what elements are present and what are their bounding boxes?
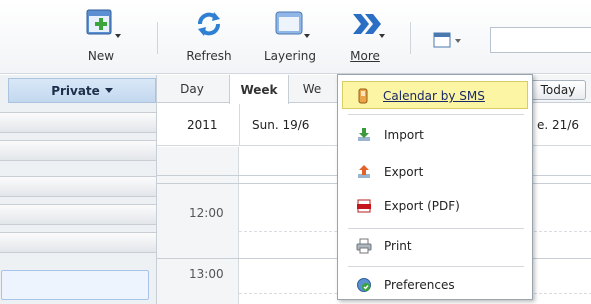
hour-label: 12:00 (189, 206, 224, 220)
hour-label: 13:00 (189, 267, 224, 281)
menu-item-export-pdf[interactable]: Export (PDF) (339, 192, 531, 220)
menu-item-label: Export (384, 165, 424, 179)
refresh-label: Refresh (186, 49, 232, 63)
more-menu: Calendar by SMS Import Export Export (PD… (337, 74, 533, 300)
refresh-icon (189, 8, 229, 40)
tab-week[interactable]: Week (229, 75, 289, 104)
menu-item-label: Calendar by SMS (383, 89, 485, 103)
tab-day[interactable]: Day (175, 75, 209, 103)
double-chevron-right-icon (345, 8, 385, 40)
new-button[interactable]: New (75, 8, 127, 70)
menu-divider (348, 114, 524, 115)
menu-divider (348, 266, 524, 267)
sidebar-slot[interactable] (0, 232, 156, 253)
layers-icon (270, 8, 310, 40)
layering-label: Layering (263, 49, 316, 63)
menu-item-calendar-by-sms[interactable]: Calendar by SMS (342, 81, 528, 109)
sidebar-slot[interactable] (0, 140, 156, 161)
export-icon (358, 165, 370, 178)
more-button[interactable]: More (343, 8, 387, 70)
menu-item-export[interactable]: Export (339, 158, 531, 186)
toolbar: New Refresh Layering More (0, 0, 591, 74)
day-header[interactable]: e. 21/6 (537, 118, 579, 132)
menu-item-label: Export (PDF) (384, 199, 460, 213)
refresh-button[interactable]: Refresh (182, 8, 236, 70)
calendar-filter-label: Private (51, 83, 100, 98)
menu-item-label: Preferences (384, 278, 455, 292)
chevron-down-icon (104, 88, 113, 93)
menu-item-label: Print (384, 239, 412, 253)
mobile-phone-icon (358, 88, 368, 104)
year-label: 2011 (187, 118, 218, 132)
day-header[interactable]: Sun. 19/6 (252, 118, 309, 132)
menu-item-import[interactable]: Import (339, 121, 531, 149)
new-label: New (87, 49, 115, 63)
tab-month[interactable]: We (297, 75, 327, 103)
menu-item-label: Import (384, 128, 424, 142)
layering-button[interactable]: Layering (257, 8, 323, 70)
sidebar-slot-selected[interactable] (1, 270, 149, 300)
menu-item-print[interactable]: Print (339, 232, 531, 260)
sidebar: Private (0, 75, 156, 304)
sidebar-slot[interactable] (0, 176, 156, 197)
more-label: More (350, 49, 380, 63)
sidebar-slot[interactable] (0, 204, 156, 225)
menu-item-preferences[interactable]: Preferences (339, 271, 531, 299)
calendar-view-select[interactable] (432, 31, 466, 51)
printer-icon (356, 238, 372, 254)
preferences-icon (357, 278, 371, 292)
pdf-icon (357, 199, 371, 213)
sidebar-slot[interactable] (0, 112, 156, 133)
search-input[interactable] (490, 27, 591, 53)
import-icon (358, 128, 370, 141)
calendar-add-icon (81, 8, 121, 40)
today-button[interactable]: Today (530, 80, 586, 100)
menu-divider (348, 228, 524, 229)
toolbar-divider (157, 22, 158, 54)
calendar-view-icon (433, 32, 461, 48)
toolbar-divider (410, 22, 411, 54)
calendar-filter-dropdown[interactable]: Private (8, 78, 156, 103)
